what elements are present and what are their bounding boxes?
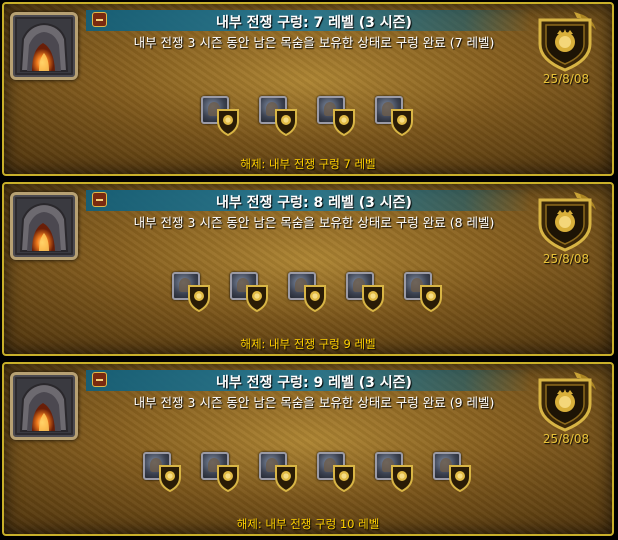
lion-shield-icon: [333, 109, 355, 136]
delve-cave-icon: [17, 379, 71, 433]
unlock-text: 해제: 내부 전쟁 구렁 7 레벨: [240, 157, 376, 171]
reward-list: [4, 452, 612, 494]
delve-cave-icon: [17, 199, 71, 253]
delve-cave-icon: [17, 19, 71, 73]
achievement-title: 내부 전쟁 구렁: 8 레벨 (3 시즌): [216, 195, 412, 211]
lion-shield-icon: [217, 109, 239, 136]
achievement-description: 내부 전쟁 3 시즌 동안 남은 목숨을 보유한 상태로 구렁 완료 (7 레벨…: [133, 35, 495, 50]
lion-shield-icon: [246, 285, 268, 312]
reward-item[interactable]: [230, 272, 270, 314]
reward-item[interactable]: [375, 96, 415, 138]
achievement-icon: [10, 372, 78, 440]
reward-item[interactable]: [201, 96, 241, 138]
lion-shield-icon: [333, 465, 355, 492]
reward-item[interactable]: [172, 272, 212, 314]
reward-item[interactable]: [433, 452, 473, 494]
reward-list: [4, 272, 612, 314]
unlock-text: 해제: 내부 전쟁 구렁 9 레벨: [240, 337, 376, 351]
achievement-description: 내부 전쟁 3 시즌 동안 남은 목숨을 보유한 상태로 구렁 완료 (8 레벨…: [133, 215, 495, 230]
lion-shield-icon: [538, 12, 596, 72]
achievement-icon: [10, 12, 78, 80]
achievement-title: 내부 전쟁 구렁: 9 레벨 (3 시즌): [216, 375, 412, 391]
reward-item[interactable]: [259, 452, 299, 494]
reward-item[interactable]: [259, 96, 299, 138]
lion-shield-icon: [188, 285, 210, 312]
achievement-row[interactable]: 내부 전쟁 구렁: 9 레벨 (3 시즌) 내부 전쟁 3 시즌 동안 남은 목…: [2, 362, 614, 536]
lion-shield-icon: [275, 465, 297, 492]
lion-shield-icon: [391, 465, 413, 492]
lion-shield-icon: [420, 285, 442, 312]
collapse-button[interactable]: [92, 12, 107, 27]
achievement-title: 내부 전쟁 구렁: 7 레벨 (3 시즌): [216, 15, 412, 31]
reward-item[interactable]: [346, 272, 386, 314]
lion-shield-icon: [362, 285, 384, 312]
reward-item[interactable]: [317, 96, 357, 138]
reward-item[interactable]: [288, 272, 328, 314]
reward-list: [4, 96, 612, 138]
lion-shield-icon: [304, 285, 326, 312]
reward-item[interactable]: [143, 452, 183, 494]
lion-shield-icon: [217, 465, 239, 492]
achievement-description: 내부 전쟁 3 시즌 동안 남은 목숨을 보유한 상태로 구렁 완료 (9 레벨…: [133, 395, 495, 410]
reward-item[interactable]: [404, 272, 444, 314]
completion-date: 25/8/08: [542, 432, 590, 446]
lion-shield-icon: [159, 465, 181, 492]
lion-shield-icon: [275, 109, 297, 136]
lion-shield-icon: [391, 109, 413, 136]
completion-date: 25/8/08: [542, 72, 590, 86]
achievement-row[interactable]: 내부 전쟁 구렁: 8 레벨 (3 시즌) 내부 전쟁 3 시즌 동안 남은 목…: [2, 182, 614, 356]
collapse-button[interactable]: [92, 192, 107, 207]
achievement-icon: [10, 192, 78, 260]
reward-item[interactable]: [201, 452, 241, 494]
unlock-text: 해제: 내부 전쟁 구렁 10 레벨: [236, 517, 380, 531]
lion-shield-icon: [538, 192, 596, 252]
achievement-row[interactable]: 내부 전쟁 구렁: 7 레벨 (3 시즌) 내부 전쟁 3 시즌 동안 남은 목…: [2, 2, 614, 176]
reward-item[interactable]: [375, 452, 415, 494]
lion-shield-icon: [449, 465, 471, 492]
completion-date: 25/8/08: [542, 252, 590, 266]
collapse-button[interactable]: [92, 372, 107, 387]
reward-item[interactable]: [317, 452, 357, 494]
lion-shield-icon: [538, 372, 596, 432]
